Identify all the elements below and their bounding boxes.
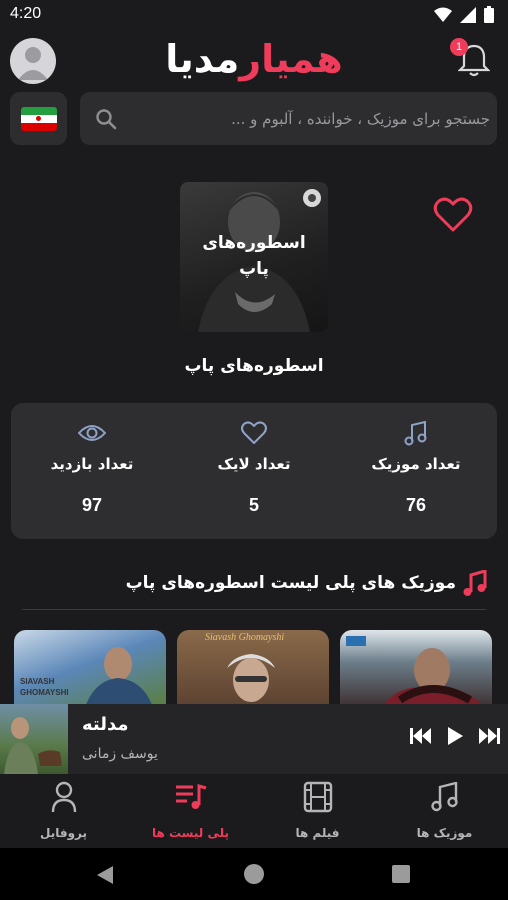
heart-icon [241, 421, 267, 444]
notifications-button[interactable]: 1 [450, 38, 491, 78]
nav-playlists[interactable]: پلی لیست ها [127, 780, 254, 840]
nav-label: پلی لیست ها [151, 826, 230, 840]
film-icon [303, 781, 332, 813]
nav-label: فیلم ها [295, 826, 340, 840]
cover-badge-icon [303, 189, 321, 207]
back-icon[interactable] [96, 865, 114, 885]
person-icon [18, 47, 48, 80]
playlist-icon [175, 784, 206, 809]
stat-view-count: تعداد بازدید 97 [11, 421, 173, 516]
previous-icon[interactable] [410, 727, 432, 745]
mini-player[interactable]: مدلته یوسف زمانی [0, 704, 508, 774]
playlist-cover: اسطوره‌های پاپ [180, 182, 328, 332]
wifi-icon [434, 7, 452, 22]
section-title: موزیک های پلی لیست اسطوره‌های پاپ [125, 573, 456, 593]
track-card[interactable]: SIAVASH GHOMAYSHI [14, 630, 166, 710]
stat-value: 97 [81, 495, 103, 515]
favorite-heart-icon[interactable] [433, 196, 473, 234]
logo-part-1: همیار [239, 37, 343, 81]
stat-music-count: تعداد موزیک 76 [335, 421, 497, 516]
card-portrait [84, 647, 154, 710]
player-controls [410, 726, 500, 746]
music-note-icon [463, 570, 487, 596]
stat-label: تعداد لایک [217, 455, 291, 473]
cover-text-line-2: پاپ [239, 259, 269, 279]
person-icon [51, 781, 76, 813]
nav-profile[interactable]: پروفایل [0, 780, 127, 840]
cover-text: اسطوره‌های پاپ [180, 230, 328, 282]
recent-apps-icon[interactable] [392, 865, 410, 883]
search-bar[interactable] [80, 92, 497, 145]
signal-icon [460, 6, 476, 23]
home-icon[interactable] [244, 864, 264, 884]
logo-part-2: مدیا [165, 37, 240, 81]
app-logo: همیار مدیا [165, 34, 343, 84]
status-time: 4:20 [10, 5, 42, 22]
notification-badge: 1 [450, 38, 468, 56]
divider [22, 609, 486, 610]
app-header: همیار مدیا 1 [0, 30, 508, 90]
stat-value: 5 [248, 495, 259, 515]
stat-label: تعداد موزیک [371, 455, 461, 473]
play-icon[interactable] [446, 726, 464, 746]
player-song-title: مدلته [82, 714, 129, 735]
card-portrait [227, 654, 275, 702]
cover-text-line-1: اسطوره‌های [202, 233, 306, 253]
music-note-icon [404, 421, 427, 446]
search-input[interactable] [130, 92, 490, 145]
stat-like-count: تعداد لایک 5 [173, 421, 335, 516]
system-navigation-bar [0, 848, 508, 900]
profile-avatar[interactable] [10, 38, 56, 84]
stat-label: تعداد بازدید [50, 455, 134, 473]
eye-icon [78, 425, 106, 441]
track-card[interactable]: Siavash Ghomayshi [177, 630, 329, 710]
iran-flag-icon [20, 106, 57, 131]
next-icon[interactable] [478, 727, 500, 745]
battery-icon [484, 6, 494, 23]
search-icon [96, 109, 117, 130]
bottom-navigation: موزیک ها فیلم ها پلی لیست ها پروفایل [0, 774, 508, 848]
stats-panel: تعداد موزیک 76 تعداد لایک 5 تعداد بازدید… [11, 403, 497, 539]
player-thumb-art [4, 717, 62, 774]
nav-music[interactable]: موزیک ها [381, 780, 508, 840]
section-header: موزیک های پلی لیست اسطوره‌های پاپ [20, 568, 488, 602]
player-artist: یوسف زمانی [82, 746, 158, 762]
nav-label: پروفایل [39, 826, 87, 840]
card-portrait [346, 636, 486, 710]
stat-value: 76 [405, 495, 427, 515]
status-icons [434, 6, 494, 23]
status-bar: 4:20 [0, 0, 508, 30]
music-note-icon [430, 782, 458, 812]
player-thumbnail [0, 704, 68, 774]
track-card[interactable] [340, 630, 492, 710]
playlist-title: اسطوره‌های پاپ [184, 356, 324, 376]
nav-label: موزیک ها [416, 826, 473, 840]
track-cards: SIAVASH GHOMAYSHI Siavash Ghomayshi [0, 630, 508, 710]
nav-films[interactable]: فیلم ها [254, 780, 381, 840]
language-button[interactable] [10, 92, 67, 145]
